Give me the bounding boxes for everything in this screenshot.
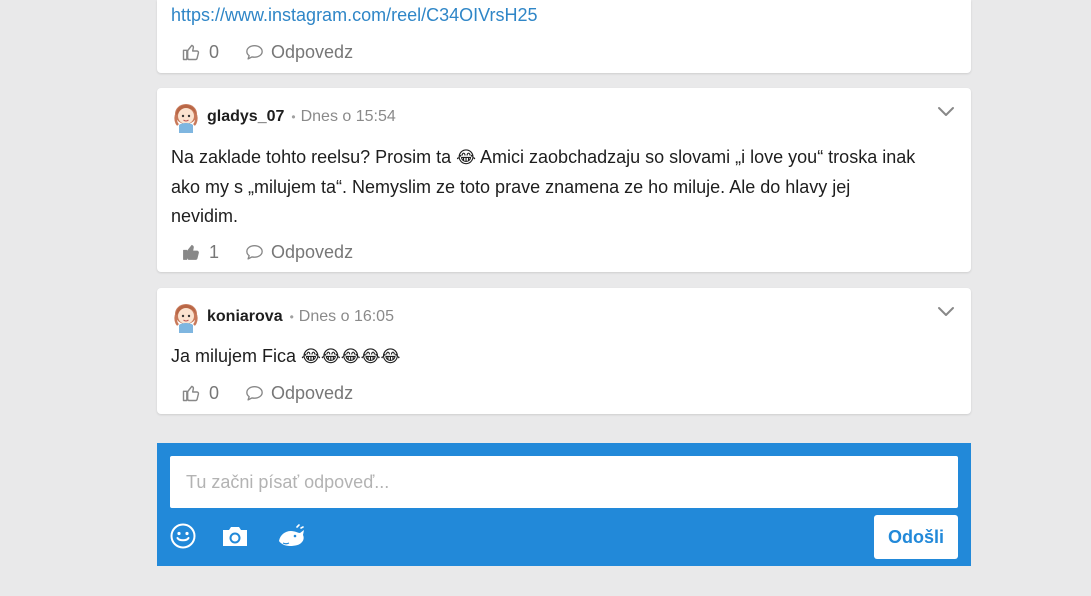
smiley-icon[interactable] — [170, 523, 196, 549]
avatar[interactable] — [171, 101, 201, 133]
comment-time: Dnes o 15:54 — [300, 108, 396, 125]
comment-card: https://www.instagram.com/reel/C34OIVrsH… — [157, 0, 971, 73]
comment-actions: 0 Odpovedz — [181, 381, 353, 405]
separator-dot: • — [291, 110, 296, 124]
laughing-emoji: 😂 — [456, 148, 477, 168]
username[interactable]: koniarova — [207, 308, 283, 326]
like-button[interactable]: 0 — [181, 42, 219, 63]
username[interactable]: gladys_07 — [207, 108, 284, 126]
send-button[interactable]: Odošli — [874, 515, 958, 559]
instagram-link[interactable]: https://www.instagram.com/reel/C34OIVrsH… — [171, 5, 537, 26]
reply-input[interactable] — [170, 456, 958, 508]
comment-header: koniarova • Dnes o 16:05 — [171, 301, 394, 333]
comment-card: gladys_07 • Dnes o 15:54 Na zaklade toht… — [157, 88, 971, 272]
comment-text: Na zaklade tohto reelsu? Prosim ta 😂 Ami… — [171, 143, 961, 231]
comment-text-line: ako my s „milujem ta“. Nemyslim ze toto … — [171, 177, 851, 197]
like-button[interactable]: 1 — [181, 242, 219, 263]
like-button[interactable]: 0 — [181, 383, 219, 404]
like-count: 0 — [209, 382, 220, 403]
speech-bubble-icon — [246, 244, 263, 260]
thumbs-up-outline-icon — [182, 385, 200, 402]
reply-label: Odpovedz — [271, 241, 354, 262]
comment-text-line: nevidim. — [171, 206, 239, 226]
chevron-down-icon[interactable] — [937, 306, 955, 318]
like-count: 1 — [209, 241, 220, 262]
comment-actions: 0 Odpovedz — [181, 40, 353, 64]
thumbs-up-filled-icon — [183, 244, 199, 260]
page: https://www.instagram.com/reel/C34OIVrsH… — [0, 0, 1091, 596]
speech-bubble-icon — [246, 44, 263, 60]
reply-button[interactable]: Odpovedz — [245, 383, 353, 404]
sticker-icon[interactable] — [275, 523, 307, 549]
chevron-down-icon[interactable] — [937, 106, 955, 118]
comment-header: gladys_07 • Dnes o 15:54 — [171, 101, 396, 133]
comment-actions: 1 Odpovedz — [181, 240, 353, 264]
speech-bubble-icon — [246, 385, 263, 401]
reply-label: Odpovedz — [271, 41, 354, 62]
comment-card: koniarova • Dnes o 16:05 Ja milujem Fica… — [157, 288, 971, 414]
comment-text-part: Amici zaobchadzaju so slovami „i love yo… — [476, 147, 916, 167]
avatar[interactable] — [171, 301, 201, 333]
laughing-emoji-group: 😂😂😂😂😂 — [301, 347, 401, 367]
comment-text-part: Ja milujem Fica — [171, 346, 302, 366]
comment-time: Dnes o 16:05 — [298, 308, 394, 325]
like-count: 0 — [209, 41, 220, 62]
reply-label: Odpovedz — [271, 382, 354, 403]
thumbs-up-outline-icon — [182, 44, 200, 61]
reply-button[interactable]: Odpovedz — [245, 42, 353, 63]
separator-dot: • — [289, 310, 294, 324]
comment-text: Ja milujem Fica 😂😂😂😂😂 — [171, 342, 961, 372]
comment-text-part: Na zaklade tohto reelsu? Prosim ta — [171, 147, 457, 167]
reply-composer: Odošli — [157, 443, 971, 566]
reply-button[interactable]: Odpovedz — [245, 242, 353, 263]
camera-icon[interactable] — [221, 523, 249, 549]
